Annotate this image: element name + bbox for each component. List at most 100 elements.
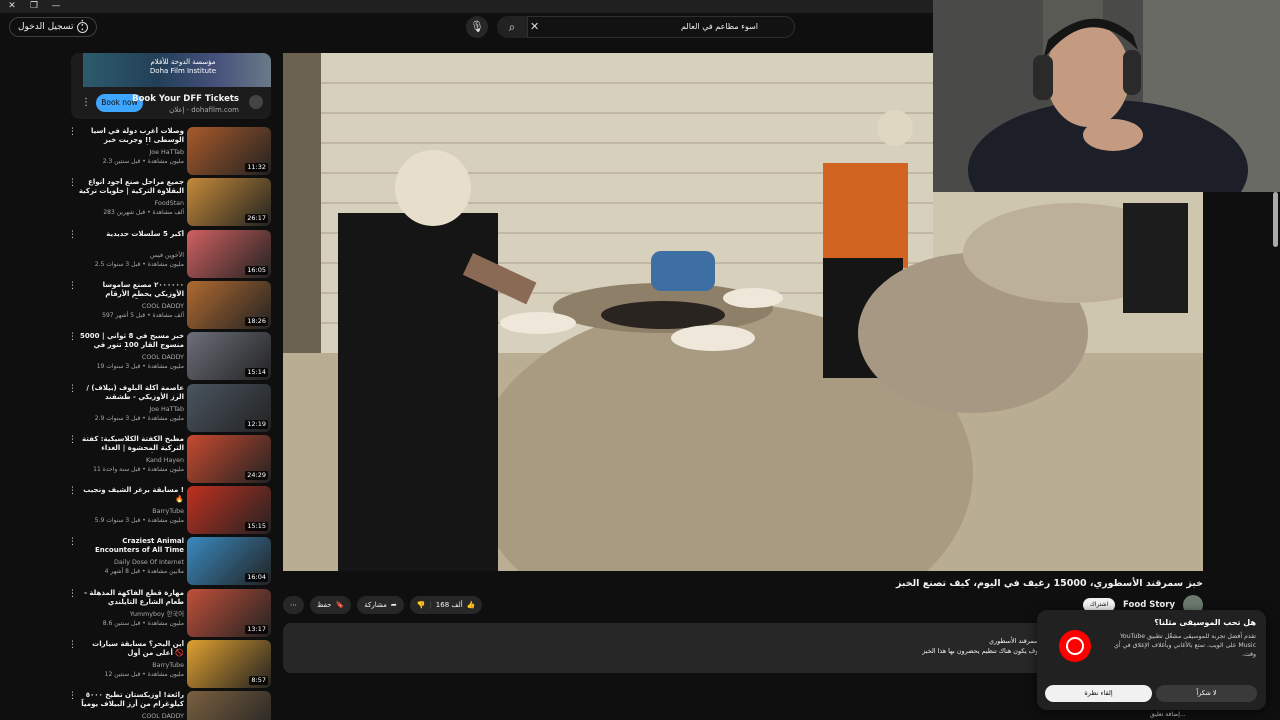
like-icon[interactable]: 👍 <box>467 596 476 614</box>
page-scrollbar[interactable] <box>1273 192 1278 247</box>
recommendation-menu-icon[interactable]: ⋮ <box>68 640 77 650</box>
recommendation-channel[interactable]: COOL DADDY <box>78 302 184 311</box>
ad-banner-image[interactable]: مؤسسة الدوحة للأفلام Doha Film Institute <box>83 53 271 87</box>
search-icon[interactable]: ⌕ <box>497 16 527 38</box>
recommendation-channel[interactable]: COOL DADDY <box>78 712 184 720</box>
recommendation-menu-icon[interactable]: ⋮ <box>68 127 77 137</box>
recommendation-title[interactable]: أكبر 5 سلسلات حديدية <box>78 230 184 239</box>
recommendation-menu-icon[interactable]: ⋮ <box>68 691 77 701</box>
recommendation-menu-icon[interactable]: ⋮ <box>68 384 77 394</box>
recommendation-item[interactable]: 16:04 Craziest Animal Encounters of All T… <box>64 537 272 587</box>
recommendation-meta: 4 ملايين مشاهدة • قبل 8 أشهر <box>104 568 184 576</box>
recommendation-thumbnail[interactable] <box>187 691 271 720</box>
recommendation-channel[interactable]: COOL DADDY <box>78 353 184 362</box>
recommendation-title[interactable]: Craziest Animal Encounters of All Time <box>78 537 184 555</box>
minimize-icon[interactable]: — <box>44 0 68 13</box>
recommendation-item[interactable]: 15:14 5000 خبز مسبح في 8 ثواني | منسوج ال… <box>64 332 272 382</box>
recommendation-channel[interactable]: Yummyboy 한국어 <box>78 610 184 619</box>
recommendation-channel[interactable]: Daily Dose Of Internet <box>78 558 184 567</box>
youtube-music-promo-dialog: هل تحب الموسيقى مثلنا؟ تقدم أفضل تجربة ل… <box>1037 610 1266 710</box>
duration-badge: 15:15 <box>245 522 268 532</box>
recommendation-thumbnail[interactable]: 24:29 <box>187 434 271 483</box>
search-input[interactable]: اسوء مطاعم في العالم <box>527 16 795 38</box>
kebab-icon[interactable]: ⋮ <box>76 18 89 33</box>
webcam-overlay <box>933 0 1280 192</box>
recommendation-thumbnail[interactable]: 13:17 <box>187 588 271 637</box>
save-button[interactable]: حفظ 🔖 <box>310 596 352 614</box>
recommendation-item[interactable]: 18:26 ٢٠٠٠٠٠٠ مصنع ساموسا الأوزبكي يحطم ا… <box>64 280 272 331</box>
recommendation-meta: 11 مليون مشاهدة • قبل سنة واحدة <box>93 465 184 473</box>
recommendation-meta: 19 مليون مشاهدة • قبل 3 سنوات <box>96 363 184 371</box>
more-actions-button[interactable]: ⋯ <box>283 596 304 614</box>
recommendation-item[interactable]: 8:57 أين البحر؟ مسابقة سيارات أعلى من أول… <box>64 640 272 690</box>
recommendation-title[interactable]: أين البحر؟ مسابقة سيارات أعلى من أول 🚫 <box>78 640 184 658</box>
recommendation-item[interactable]: 16:05 أكبر 5 سلسلات حديدية الأخوين فيس 2.5 … <box>64 229 272 280</box>
recommendation-meta: 2.5 مليون مشاهدة • قبل 3 سنوات <box>94 260 184 268</box>
recommendation-title[interactable]: مطبخ الكفتة الكلاسيكية: كفتة التركية الم… <box>78 435 184 453</box>
recommendation-title[interactable]: 5000 خبز مسبح في 8 ثواني | منسوج القار 1… <box>78 332 184 350</box>
recommendation-thumbnail[interactable]: 15:15 <box>187 486 271 535</box>
recommendation-item[interactable]: 24:29 مطبخ الكفتة الكلاسيكية: كفتة التركي… <box>64 434 272 485</box>
recommendation-title[interactable]: عاصمة أكلة البلوف (بيلاف) / الرز الأوزبك… <box>78 384 184 402</box>
promo-dismiss-button[interactable]: لا شكراً <box>1156 685 1257 702</box>
recommendation-channel[interactable]: Joe HaTTab <box>78 148 184 157</box>
recommendation-title[interactable]: وصلات أغرب دولة في آسيا الوسطى !! وجربت … <box>78 127 184 145</box>
recommendation-item[interactable]: رائعة! أوزبكستان تطبخ ٥٠٠٠ كيلوغرام من أ… <box>64 691 272 720</box>
ad-title[interactable]: Book Your DFF Tickets <box>132 94 239 104</box>
dislike-icon[interactable]: 👎 <box>417 596 426 614</box>
recommendation-item[interactable]: 11:32 وصلات أغرب دولة في آسيا الوسطى !! و… <box>64 127 272 177</box>
recommendation-thumbnail[interactable]: 12:19 <box>187 383 271 432</box>
restore-icon[interactable]: ❐ <box>22 0 46 13</box>
recommendation-channel[interactable]: الأخوين فيس <box>78 251 184 260</box>
recommendation-thumbnail[interactable]: 16:05 <box>187 229 271 278</box>
recommendation-thumbnail[interactable]: 26:17 <box>187 178 271 227</box>
recommendation-title[interactable]: ٢٠٠٠٠٠٠ مصنع ساموسا الأوزبكي يحطم الأرقا… <box>78 281 184 299</box>
recommendation-menu-icon[interactable]: ⋮ <box>68 178 77 188</box>
promo-primary-button[interactable]: إلقاء نظرة <box>1045 685 1152 702</box>
recommendation-thumbnail[interactable]: 8:57 <box>187 640 271 688</box>
channel-name[interactable]: Food Story <box>1123 600 1175 610</box>
recommendation-item[interactable]: 26:17 جميع مراحل صنع أجود أنواع البقلاوة … <box>64 178 272 228</box>
recommendation-menu-icon[interactable]: ⋮ <box>68 281 77 291</box>
recommendation-title[interactable]: مهارة قطع الفاكهة المذهلة - طعام الشارع … <box>78 589 184 607</box>
sidebar-ad[interactable]: مؤسسة الدوحة للأفلام Doha Film Institute… <box>71 53 271 119</box>
like-count[interactable]: 168 ألف <box>436 596 463 614</box>
recommendation-title[interactable]: مسابقة برغر الشيف ونجيب ! 🔥 <box>78 486 184 504</box>
app-root: ✕ ❐ — تسجيل الدخول ⋮ 🎙 ⌕ اسوء مطاعم في ا… <box>0 0 1280 720</box>
recommendation-thumbnail[interactable]: 16:04 <box>187 537 271 586</box>
promo-title: هل تحب الموسيقى مثلنا؟ <box>1154 618 1256 627</box>
recommendation-channel[interactable]: BarryTube <box>78 661 184 670</box>
recommendation-channel[interactable]: FoodStan <box>78 199 184 208</box>
recommendation-menu-icon[interactable]: ⋮ <box>68 435 77 445</box>
recommendation-thumbnail[interactable]: 18:26 <box>187 280 271 329</box>
recommendation-thumbnail[interactable]: 11:32 <box>187 127 271 175</box>
recommendation-item[interactable]: 15:15 مسابقة برغر الشيف ونجيب ! 🔥 BarryTub… <box>64 486 272 536</box>
recommendation-channel[interactable]: Kand Hayen <box>78 456 184 465</box>
ad-banner-text: مؤسسة الدوحة للأفلام Doha Film Institute <box>149 58 217 75</box>
recommendation-meta: 597 ألف مشاهدة • قبل 5 أشهر <box>102 311 184 319</box>
recommendation-item[interactable]: 13:17 مهارة قطع الفاكهة المذهلة - طعام ال… <box>64 588 272 639</box>
recommendation-channel[interactable]: BarryTube <box>78 507 184 516</box>
recommendation-item[interactable]: 12:19 عاصمة أكلة البلوف (بيلاف) / الرز ال… <box>64 383 272 434</box>
recommendation-menu-icon[interactable]: ⋮ <box>68 537 77 547</box>
recommendation-meta: 5.9 مليون مشاهدة • قبل 3 سنوات <box>94 517 184 525</box>
share-label: مشاركة <box>364 601 387 609</box>
recommendation-title[interactable]: رائعة! أوزبكستان تطبخ ٥٠٠٠ كيلوغرام من أ… <box>78 691 184 709</box>
recommendation-channel[interactable]: Joe HaTTab <box>78 405 184 414</box>
recommendation-menu-icon[interactable]: ⋮ <box>68 230 77 240</box>
share-button[interactable]: مشاركة ➦ <box>357 596 404 614</box>
duration-badge: 8:57 <box>249 676 268 685</box>
recommendation-menu-icon[interactable]: ⋮ <box>68 486 77 496</box>
duration-badge: 18:26 <box>245 316 268 326</box>
recommendation-thumbnail[interactable]: 15:14 <box>187 332 271 381</box>
clear-search-icon[interactable]: ✕ <box>530 16 539 38</box>
close-icon[interactable]: ✕ <box>0 0 24 13</box>
recommendation-menu-icon[interactable]: ⋮ <box>68 332 77 342</box>
recommendation-meta: 283 ألف مشاهدة • قبل شهرين <box>103 209 184 217</box>
ad-menu-icon[interactable]: ⋮ <box>81 97 91 108</box>
youtube-music-icon <box>1059 630 1091 662</box>
comment-hint: إضافة تعليق... <box>1150 711 1186 718</box>
microphone-icon[interactable]: 🎙 <box>466 16 488 38</box>
recommendation-menu-icon[interactable]: ⋮ <box>68 589 77 599</box>
recommendation-title[interactable]: جميع مراحل صنع أجود أنواع البقلاوة الترك… <box>78 178 184 196</box>
